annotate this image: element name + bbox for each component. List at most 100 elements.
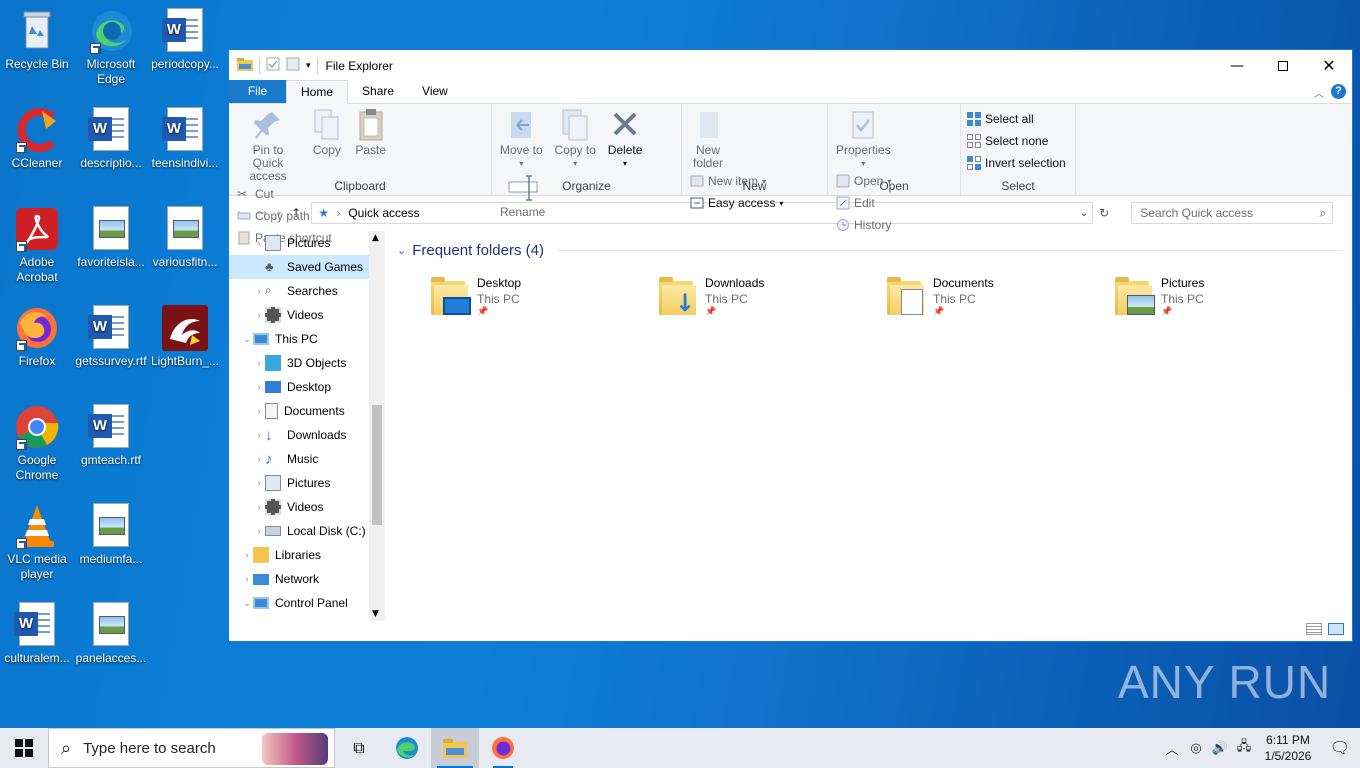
tab-home[interactable]: Home [286, 80, 349, 104]
move-to-button[interactable]: Move to ▾ [496, 108, 547, 170]
desktop-icon-getssurvey[interactable]: getssurvey.rtf [74, 305, 148, 369]
taskbar-edge[interactable] [383, 728, 431, 768]
search-box[interactable]: Search Quick access ⌕ [1131, 202, 1334, 224]
minimize-button[interactable]: — [1214, 50, 1260, 81]
desktop-icon-adobe-acrobat[interactable]: Adobe Acrobat [0, 206, 74, 285]
properties-quick-icon[interactable] [266, 57, 280, 74]
properties-button[interactable]: Properties ▾ [832, 108, 895, 170]
large-icons-view-button[interactable] [1328, 623, 1344, 635]
copy-to-button[interactable]: Copy to ▾ [551, 108, 600, 170]
desktop-icon-panelacces[interactable]: panelacces... [74, 602, 148, 666]
desktop-icon-description[interactable]: descriptio... [74, 107, 148, 171]
start-button[interactable] [0, 728, 48, 768]
desktop-icon-lightburn[interactable]: LightBurn_... [148, 305, 222, 369]
folder-tile-pictures[interactable]: Pictures This PC 📌 [1115, 275, 1315, 331]
nav-item[interactable]: › 3D Objects [229, 351, 385, 375]
nav-item[interactable]: › ↓ Downloads [229, 423, 385, 447]
desktop-icon-culturalem[interactable]: culturalem... [0, 602, 74, 666]
taskbar-search-input[interactable]: Type here to search [83, 740, 216, 757]
taskbar-firefox[interactable] [479, 728, 527, 768]
edit-label: Edit [854, 196, 875, 210]
desktop-icon-variousfitn[interactable]: variousfitn... [148, 206, 222, 270]
desktop-icon-teensindivi[interactable]: teensindivi... [148, 107, 222, 171]
tab-file[interactable]: File [229, 80, 286, 103]
search-input[interactable]: Search Quick access [1140, 206, 1253, 220]
nav-item[interactable]: › Pictures [229, 231, 385, 255]
desktop-icon [265, 381, 281, 393]
tab-share[interactable]: Share [348, 80, 408, 103]
desktop-icon-gmteach[interactable]: gmteach.rtf [74, 404, 148, 468]
title-bar[interactable]: ▾ File Explorer — ✕ [229, 50, 1352, 81]
collapse-ribbon-icon[interactable]: ︿ [1314, 85, 1324, 100]
desktop-icon-vlc[interactable]: VLC media player [0, 503, 74, 582]
nav-item-label: 3D Objects [287, 356, 347, 370]
chevron-right-icon: › [257, 286, 261, 296]
customize-quick-access-icon[interactable]: ▾ [306, 61, 311, 71]
nav-item[interactable]: › Documents [229, 399, 385, 423]
nav-item[interactable]: › Network [229, 567, 385, 591]
nav-item-label: Network [275, 572, 320, 586]
delete-button[interactable]: Delete ▾ [604, 108, 647, 170]
taskbar-file-explorer[interactable] [431, 728, 479, 768]
copy-path-button[interactable]: Copy path [237, 205, 332, 227]
nav-item[interactable]: ⌄ This PC [229, 327, 385, 351]
nav-item[interactable]: › Libraries [229, 543, 385, 567]
nav-item[interactable]: ⌄ Control Panel [229, 591, 385, 615]
show-hidden-icons-icon[interactable]: ︿ [1160, 739, 1184, 758]
new-folder-button[interactable]: New folder [686, 108, 730, 170]
new-folder-quick-icon[interactable] [286, 57, 300, 74]
meet-now-icon[interactable]: ◎ [1184, 740, 1208, 756]
task-view-button[interactable]: ⧉ [335, 728, 383, 768]
details-view-button[interactable] [1306, 623, 1322, 635]
desktop-icon-microsoft-edge[interactable]: Microsoft Edge [74, 8, 148, 87]
close-button[interactable]: ✕ [1306, 50, 1352, 81]
desktop-icon-google-chrome[interactable]: Google Chrome [0, 404, 74, 483]
nav-item-selected[interactable]: ♣ Saved Games [229, 255, 385, 279]
nav-item[interactable]: › Desktop [229, 375, 385, 399]
desktop-icon-recycle-bin[interactable]: Recycle Bin [0, 8, 74, 72]
rename-button[interactable]: Rename [496, 170, 549, 219]
copy-to-label: Copy to [554, 143, 596, 157]
nav-item[interactable]: › Videos [229, 303, 385, 327]
ribbon: Pin to Quick access Copy Paste ✂ Cut Copy… [229, 104, 1352, 245]
edit-button[interactable]: Edit [836, 192, 891, 214]
firefox-icon [492, 737, 514, 759]
folder-tile-documents[interactable]: Documents This PC 📌 [887, 275, 1087, 331]
invert-selection-button[interactable]: Invert selection [967, 152, 1066, 174]
tab-view[interactable]: View [408, 80, 462, 103]
copy-button[interactable]: Copy [307, 108, 347, 157]
breadcrumb-quick-access[interactable]: Quick access [348, 206, 419, 220]
desktop-icon-ccleaner[interactable]: CCleaner [0, 107, 74, 171]
taskbar-search-box[interactable]: ⌕ Type here to search [48, 728, 335, 768]
address-dropdown-icon[interactable]: ⌄ [1080, 208, 1088, 219]
nav-scrollbar[interactable]: ▲ ▼ [369, 231, 385, 621]
folder-tile-downloads[interactable]: ↓ Downloads This PC 📌 [659, 275, 859, 331]
select-none-button[interactable]: Select none [967, 130, 1066, 152]
folder-tile-desktop[interactable]: Desktop This PC 📌 [431, 275, 631, 331]
nav-item[interactable]: › ⌕ Searches [229, 279, 385, 303]
network-icon[interactable]: 🖧 [1232, 737, 1256, 759]
scrollbar-thumb[interactable] [372, 405, 382, 525]
paste-button[interactable]: Paste [351, 108, 391, 157]
pin-to-quick-access-button[interactable]: Pin to Quick access [233, 108, 303, 183]
help-icon[interactable]: ? [1331, 84, 1346, 99]
scroll-up-icon[interactable]: ▲ [372, 233, 379, 243]
scroll-down-icon[interactable]: ▼ [372, 609, 379, 619]
notifications-icon[interactable]: 🗨 [1320, 738, 1360, 758]
nav-item[interactable]: › Pictures [229, 471, 385, 495]
volume-icon[interactable]: 🔊 [1208, 740, 1232, 756]
edit-icon [836, 196, 850, 210]
desktop-icon-mediumfa[interactable]: mediumfa... [74, 503, 148, 567]
refresh-button[interactable]: ↻ [1099, 206, 1109, 220]
frequent-folders-header[interactable]: ⌄ Frequent folders (4) [395, 231, 1352, 269]
desktop-icon-periodcopy[interactable]: periodcopy... [148, 8, 222, 72]
easy-access-button[interactable]: Easy access ▾ [690, 192, 783, 214]
clock[interactable]: 6:11 PM 1/5/2026 [1256, 732, 1320, 764]
nav-item[interactable]: › ♪ Music [229, 447, 385, 471]
maximize-button[interactable] [1260, 50, 1306, 81]
nav-item[interactable]: › Local Disk (C:) [229, 519, 385, 543]
select-all-button[interactable]: Select all [967, 108, 1066, 130]
desktop-icon-favoriteisla[interactable]: favoriteisla... [74, 206, 148, 270]
nav-item[interactable]: › Videos [229, 495, 385, 519]
desktop-icon-firefox[interactable]: Firefox [0, 305, 74, 369]
